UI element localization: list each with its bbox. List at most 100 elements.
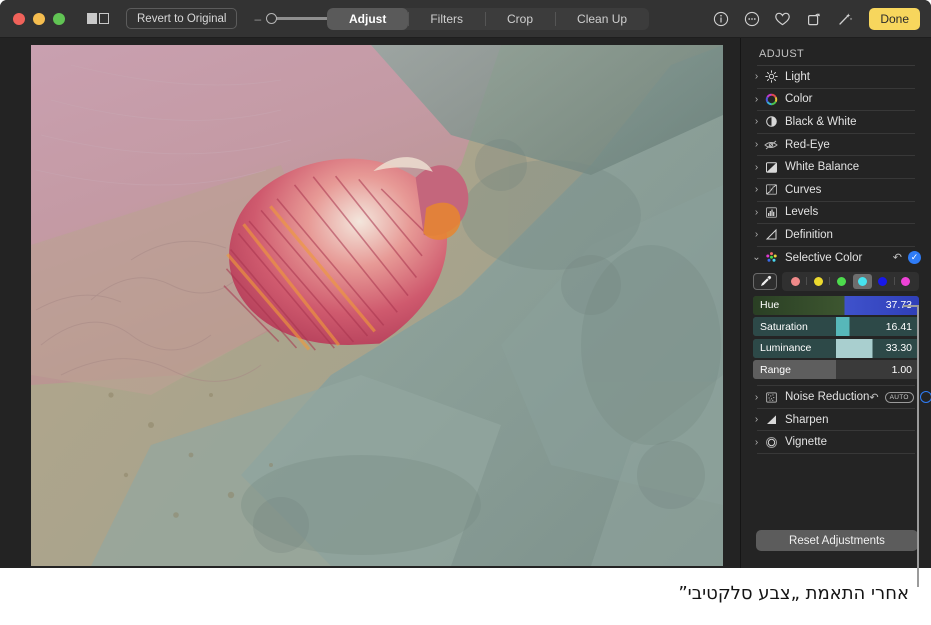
zoom-out-label[interactable]: –	[254, 12, 261, 26]
info-icon[interactable]	[712, 11, 729, 28]
chevron-right-icon[interactable]: ›	[751, 437, 762, 448]
slider-luminance-value: 33.30	[886, 339, 912, 358]
sidebar-item-light[interactable]: › Light	[741, 66, 931, 88]
chevron-right-icon[interactable]: ›	[751, 94, 762, 105]
sidebar-item-black-and-white[interactable]: › Black & White	[741, 111, 931, 133]
noise-reduction-controls: ↶ AUTO	[869, 391, 931, 404]
sidebar-item-selective-color[interactable]: ⌄ Selective Color ↶ ✓	[741, 247, 931, 269]
vignette-circle-icon	[764, 435, 778, 449]
sidebar-item-levels-label: Levels	[785, 206, 818, 218]
revert-to-original-label: Revert to Original	[137, 13, 226, 25]
chevron-right-icon[interactable]: ›	[751, 414, 762, 425]
slider-hue[interactable]: Hue 37.73	[753, 296, 919, 315]
chevron-right-icon[interactable]: ›	[751, 229, 762, 240]
noise-reduction-toggle[interactable]	[920, 391, 931, 403]
tab-adjust[interactable]: Adjust	[327, 8, 408, 30]
reset-adjustments-label: Reset Adjustments	[789, 535, 885, 547]
slider-luminance[interactable]: Luminance 33.30	[753, 339, 919, 358]
brightness-sun-icon	[764, 70, 778, 84]
edit-mode-segmented-control[interactable]: Adjust Filters Crop Clean Up	[327, 8, 649, 30]
panel-title: ADJUST	[741, 38, 931, 65]
sidebar-item-sharpen[interactable]: › Sharpen	[741, 409, 931, 431]
sidebar-item-red-eye-label: Red-Eye	[785, 139, 830, 151]
sidebar-item-vignette-label: Vignette	[785, 436, 827, 448]
chevron-right-icon[interactable]: ›	[751, 139, 762, 150]
eye-slash-icon	[764, 138, 778, 152]
sidebar-item-white-balance[interactable]: › White Balance	[741, 156, 931, 178]
close-window-button[interactable]	[13, 13, 25, 25]
tab-clean-up[interactable]: Clean Up	[555, 8, 649, 30]
sidebar-item-vignette[interactable]: › Vignette	[741, 431, 931, 453]
zoom-slider-knob[interactable]	[266, 13, 277, 24]
sidebar-item-curves[interactable]: › Curves	[741, 179, 931, 201]
tab-filters-label: Filters	[430, 12, 463, 26]
app-root: Revert to Original – + Adjust Filters Cr…	[0, 0, 931, 625]
levels-histogram-icon	[764, 205, 778, 219]
slider-saturation[interactable]: Saturation 16.41	[753, 317, 919, 336]
reset-adjustments-button[interactable]: Reset Adjustments	[756, 530, 918, 551]
chevron-right-icon[interactable]: ›	[751, 207, 762, 218]
sidebar-item-red-eye[interactable]: › Red-Eye	[741, 134, 931, 156]
reset-noise-reduction-icon[interactable]: ↶	[869, 391, 878, 404]
swatch-separator	[894, 277, 895, 285]
swatch-yellow[interactable]	[809, 274, 828, 289]
noise-reduction-icon	[764, 390, 778, 404]
swatch-magenta[interactable]	[896, 274, 915, 289]
swatch-blue[interactable]	[873, 274, 892, 289]
slider-saturation-value: 16.41	[886, 317, 912, 336]
traffic-lights	[13, 13, 65, 25]
sidebar-item-definition[interactable]: › Definition	[741, 224, 931, 246]
swatch-green[interactable]	[832, 274, 851, 289]
sidebar-item-color-label: Color	[785, 93, 812, 105]
photo-render	[31, 45, 723, 566]
sidebar-item-color[interactable]: › Color	[741, 89, 931, 111]
zoom-window-button[interactable]	[53, 13, 65, 25]
split-outline-square-icon	[99, 13, 109, 24]
chevron-right-icon[interactable]: ›	[751, 162, 762, 173]
favorite-heart-icon[interactable]	[774, 11, 791, 28]
sidebar-item-light-label: Light	[785, 71, 810, 83]
more-options-icon[interactable]	[743, 11, 760, 28]
tab-filters[interactable]: Filters	[408, 8, 485, 30]
color-swatch-group[interactable]	[782, 272, 919, 291]
window-titlebar: Revert to Original – + Adjust Filters Cr…	[0, 0, 931, 38]
minimize-window-button[interactable]	[33, 13, 45, 25]
edited-photo[interactable]	[31, 45, 723, 566]
enhance-wand-icon[interactable]	[836, 11, 853, 28]
noise-reduction-auto-badge[interactable]: AUTO	[885, 392, 914, 403]
sidebar-item-levels[interactable]: › Levels	[741, 202, 931, 224]
white-balance-icon	[764, 160, 778, 174]
slider-range-label: Range	[760, 360, 791, 379]
eyedropper-button[interactable]	[753, 273, 777, 290]
callout-leader-line	[917, 305, 919, 587]
chevron-right-icon[interactable]: ›	[751, 116, 762, 127]
tab-crop[interactable]: Crop	[485, 8, 555, 30]
selective-color-dots-icon	[764, 251, 778, 265]
sidebar-item-curves-label: Curves	[785, 184, 821, 196]
slider-range-value: 1.00	[892, 360, 912, 379]
split-filled-square-icon	[87, 13, 97, 24]
chevron-down-icon[interactable]: ⌄	[751, 252, 762, 263]
swatch-cyan[interactable]	[853, 274, 872, 289]
curves-grid-icon	[764, 183, 778, 197]
revert-to-original-button[interactable]: Revert to Original	[126, 8, 237, 29]
chevron-right-icon[interactable]: ›	[751, 392, 762, 403]
zoom-slider-track[interactable]	[266, 17, 328, 20]
sidebar-item-noise-reduction[interactable]: › Noise Reduction ↶ AUTO	[741, 386, 931, 408]
chevron-right-icon[interactable]: ›	[751, 184, 762, 195]
swatch-separator	[829, 277, 830, 285]
titlebar-right-tools: Done	[712, 0, 920, 38]
chevron-right-icon[interactable]: ›	[751, 71, 762, 82]
done-button-label: Done	[880, 12, 909, 26]
photos-editor-window: Revert to Original – + Adjust Filters Cr…	[0, 0, 931, 568]
done-button[interactable]: Done	[869, 8, 920, 30]
swatch-red[interactable]	[786, 274, 805, 289]
reset-selective-color-icon[interactable]: ↶	[893, 251, 902, 264]
compare-split-view-button[interactable]	[87, 13, 109, 24]
slider-hue-label: Hue	[760, 296, 779, 315]
selective-color-enabled-checkbox[interactable]: ✓	[908, 251, 921, 264]
rotate-icon[interactable]	[805, 11, 822, 28]
sidebar-item-definition-label: Definition	[785, 229, 833, 241]
slider-range[interactable]: Range 1.00	[753, 360, 919, 379]
sidebar-item-selective-color-label: Selective Color	[785, 252, 862, 264]
